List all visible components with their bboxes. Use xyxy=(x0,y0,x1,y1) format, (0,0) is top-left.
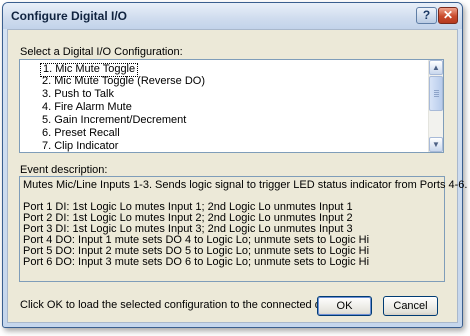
help-button[interactable]: ? xyxy=(416,7,437,24)
window-title: Configure Digital I/O xyxy=(11,9,127,23)
cancel-button[interactable]: Cancel xyxy=(383,296,438,316)
list-item[interactable]: 2. Mic Mute Toggle (Reverse DO) xyxy=(40,75,207,87)
title-bar[interactable]: Configure Digital I/O ? ✕ xyxy=(3,3,462,29)
close-button[interactable]: ✕ xyxy=(438,7,458,24)
scroll-down-arrow-icon[interactable]: ▼ xyxy=(429,137,443,152)
list-item[interactable]: 4. Fire Alarm Mute xyxy=(40,101,134,113)
event-description-label: Event description: xyxy=(20,164,108,176)
grip-icon xyxy=(434,90,439,97)
footer-hint: Click OK to load the selected configurat… xyxy=(20,299,350,311)
dialog-body: Select a Digital I/O Configuration: 1. M… xyxy=(7,29,467,323)
dialog-window: Configure Digital I/O ? ✕ Select a Digit… xyxy=(2,2,467,328)
list-item[interactable]: 3. Push to Talk xyxy=(40,88,116,100)
event-description-box: Mutes Mic/Line Inputs 1-3. Sends logic s… xyxy=(19,176,467,282)
scroll-up-arrow-icon[interactable]: ▲ xyxy=(429,60,443,75)
config-list-label: Select a Digital I/O Configuration: xyxy=(20,46,183,58)
config-listbox[interactable]: 1. Mic Mute Toggle 2. Mic Mute Toggle (R… xyxy=(19,59,444,153)
list-item[interactable]: 6. Preset Recall xyxy=(40,127,122,139)
list-item[interactable]: 5. Gain Increment/Decrement xyxy=(40,114,188,126)
description-line: Mutes Mic/Line Inputs 1-3. Sends logic s… xyxy=(23,179,468,191)
scroll-thumb[interactable] xyxy=(429,76,443,111)
description-line: Port 6 DO: Input 3 mute sets DO 6 to Log… xyxy=(23,256,370,268)
list-item[interactable]: 7. Clip Indicator xyxy=(40,140,120,152)
list-scrollbar[interactable]: ▲ ▼ xyxy=(428,60,443,152)
ok-button[interactable]: OK xyxy=(317,296,372,316)
